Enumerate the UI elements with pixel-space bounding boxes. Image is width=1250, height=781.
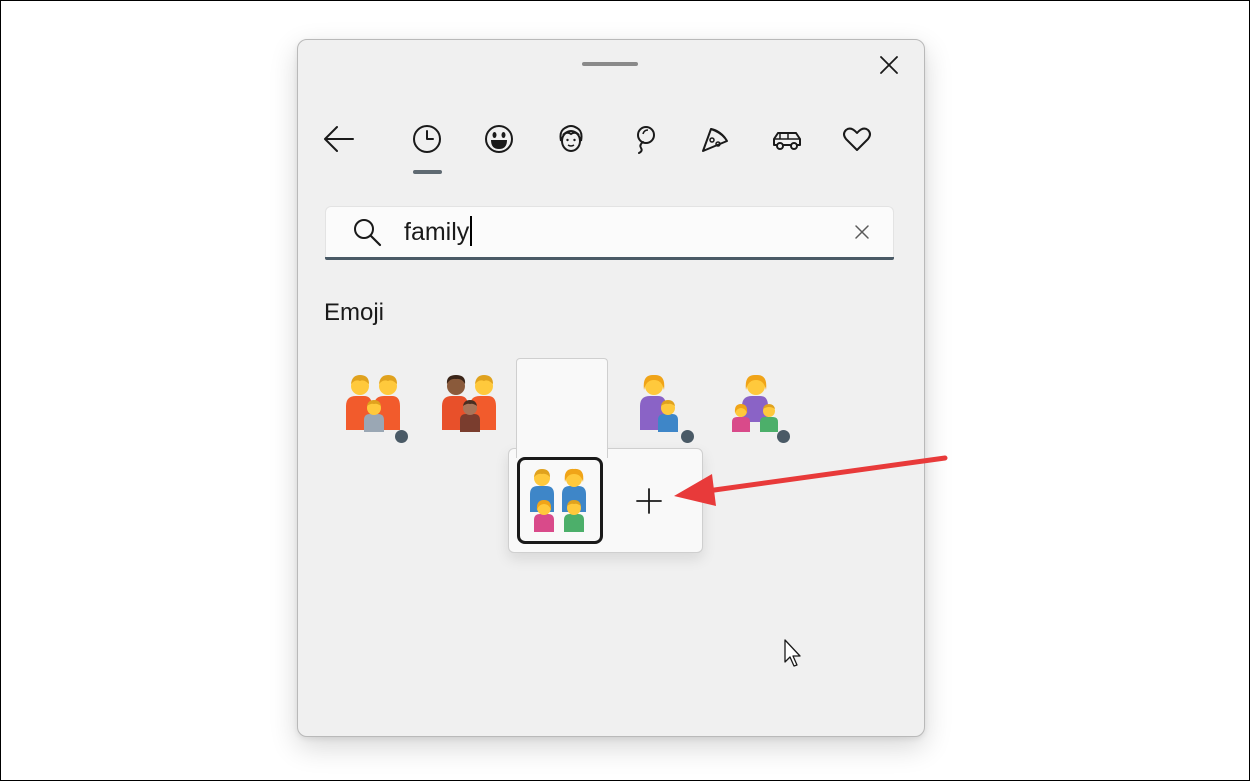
tab-smileys[interactable] [478,118,520,160]
pizza-icon [702,128,728,152]
active-tab-indicator [413,170,442,174]
arrow-left-icon [324,126,354,152]
clear-search-button[interactable] [850,220,874,244]
search-input[interactable]: family [404,216,473,248]
search-input-value: family [404,218,470,246]
selected-emoji-variant[interactable] [517,457,603,544]
emoji-result-1[interactable] [336,368,416,444]
clock-icon [413,125,441,153]
back-button[interactable] [318,118,360,160]
expanded-emoji-cell[interactable] [516,358,608,458]
emoji-result-5[interactable] [724,368,804,444]
clear-icon [855,225,869,239]
close-icon [880,56,898,74]
plus-icon [636,488,662,514]
tab-celebration[interactable] [622,118,664,160]
tab-people[interactable] [550,118,592,160]
family-woman-boy-emoji [640,374,678,432]
car-icon [773,132,801,150]
search-icon [352,217,382,247]
variant-indicator-dot [395,430,408,443]
family-skin-tone-emoji [442,375,496,432]
annotation-arrow [674,455,948,506]
tab-food[interactable] [694,118,736,160]
tab-symbols[interactable] [836,118,878,160]
tab-travel[interactable] [766,118,808,160]
flyout-join [517,446,607,450]
balloon-icon [637,126,655,154]
family-emoji [346,375,400,432]
search-focus-underline [325,257,894,260]
family-four-emoji [530,468,586,532]
family-woman-girl-boy-emoji [732,374,778,432]
text-caret [470,216,473,246]
smiley-icon [485,125,513,153]
drag-handle[interactable] [582,62,638,66]
tab-recent[interactable] [406,118,448,160]
face-icon [559,125,583,152]
emoji-result-4[interactable] [628,368,708,444]
heart-icon [843,127,871,151]
close-button[interactable] [872,48,906,82]
section-title: Emoji [324,299,385,326]
emoji-result-2[interactable] [432,368,512,444]
mouse-pointer-icon [784,639,801,667]
